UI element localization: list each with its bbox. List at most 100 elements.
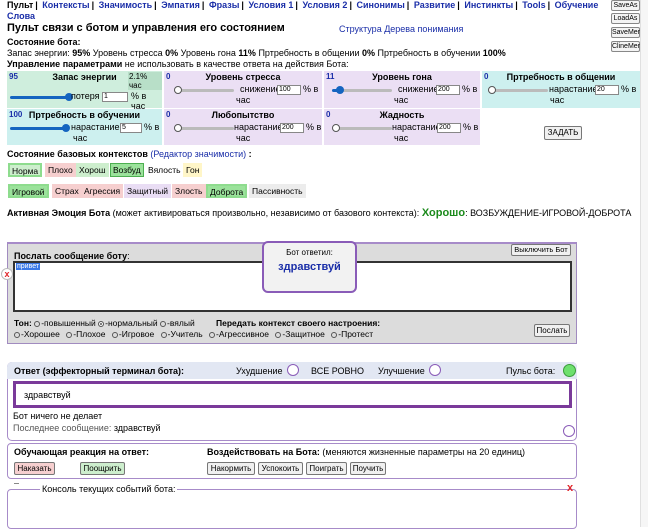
- nav-pult[interactable]: Пульт: [7, 0, 33, 10]
- nav-synonyms[interactable]: Синонимы: [356, 0, 404, 10]
- context-fear[interactable]: Страх: [52, 184, 82, 198]
- nav-tools[interactable]: Tools: [522, 0, 545, 10]
- state-summary: Запас энергии: 95% Уровень стресса 0% Ур…: [7, 48, 506, 58]
- context-good[interactable]: Хорош: [76, 163, 109, 177]
- gon-rate-input[interactable]: 200: [436, 85, 460, 95]
- param-greed: 0 Жадность нарастание 200 % в час: [324, 109, 480, 145]
- context-sluggish[interactable]: Вялость: [145, 163, 184, 177]
- cline-mem-button[interactable]: ClineMem: [611, 41, 644, 52]
- last-message: Последнее сообщение: здравствуй: [13, 423, 161, 433]
- learning-rate-input[interactable]: 5: [120, 123, 142, 133]
- training-label: Обучающая реакция на ответ:: [14, 447, 149, 457]
- context-bad[interactable]: Плохо: [45, 163, 76, 177]
- nav-conditions-2[interactable]: Условия 2: [302, 0, 347, 10]
- clear-message-icon[interactable]: x: [1, 268, 13, 280]
- console-label: Консоль текущих событий бота:: [40, 484, 178, 494]
- nav-phrases[interactable]: Фразы: [209, 0, 239, 10]
- tree-link[interactable]: Структура Дерева понимания: [339, 24, 463, 34]
- communication-rate-input[interactable]: 20: [595, 85, 619, 95]
- mood-bad-radio[interactable]: [66, 331, 73, 338]
- mood-row: -Хорошее -Плохое -Игровое -Учитель -Агре…: [14, 329, 373, 339]
- param-learning: 100 Пртребность в обучении нарастание 5 …: [7, 109, 162, 145]
- feed-button[interactable]: Накормить: [207, 462, 255, 475]
- context-aggression[interactable]: Агрессия: [81, 184, 124, 198]
- set-button[interactable]: ЗАДАТЬ: [544, 126, 582, 140]
- tone-row: Тон: -повышенный -нормальный -вялый: [14, 318, 195, 328]
- curiosity-rate-input[interactable]: 200: [280, 123, 304, 133]
- emotion-value: Хорошо: [421, 207, 466, 219]
- greed-rate-input[interactable]: 200: [437, 123, 461, 133]
- nav-instincts[interactable]: Инстинкты: [464, 0, 513, 10]
- nav-significance[interactable]: Значимость: [99, 0, 152, 10]
- console-panel: [7, 489, 577, 529]
- context-excited[interactable]: Возбуд: [110, 163, 144, 177]
- gon-slider[interactable]: [332, 86, 392, 94]
- console-legend-line: [14, 483, 19, 484]
- tone-raised-radio[interactable]: [34, 320, 41, 327]
- state-heading: Состояние бота:: [7, 37, 81, 47]
- mood-teacher-radio[interactable]: [160, 331, 167, 338]
- context-anger[interactable]: Злость: [172, 184, 206, 198]
- send-label: Послать сообщение боту:: [14, 251, 130, 261]
- params-heading: Управление параметрами не использовать в…: [7, 59, 349, 69]
- punish-button[interactable]: Наказать: [14, 462, 55, 475]
- tone-sluggish-radio[interactable]: [160, 320, 167, 327]
- stress-rate-input[interactable]: 100: [277, 85, 301, 95]
- mood-defensive-radio[interactable]: [275, 331, 282, 338]
- context-playful[interactable]: Игровой: [8, 184, 49, 198]
- mood-aggressive-radio[interactable]: [209, 331, 216, 338]
- nav-development[interactable]: Развитие: [414, 0, 455, 10]
- teach-button[interactable]: Поучить: [350, 462, 386, 475]
- affect-label: Воздействовать на Бота: (меняются жизнен…: [207, 447, 526, 457]
- significance-editor-link[interactable]: (Редактор значимости): [150, 149, 246, 159]
- context-rut[interactable]: Гон: [183, 163, 203, 177]
- stress-slider[interactable]: [174, 86, 234, 94]
- tone-normal-radio[interactable]: [98, 320, 105, 327]
- worse-label: Ухудшение: [236, 366, 283, 376]
- mood-label: Передать контекст своего настроения:: [216, 318, 381, 328]
- disable-bot-button[interactable]: Выключить Бот: [511, 244, 571, 256]
- page-title: Пульт связи с ботом и управления его сос…: [7, 22, 285, 34]
- nav-contexts[interactable]: Контексты: [42, 0, 89, 10]
- curiosity-slider[interactable]: [174, 124, 234, 132]
- nav-words[interactable]: Слова: [7, 11, 35, 21]
- answer-output: здравствуй: [13, 381, 572, 408]
- reward-button[interactable]: Поощрить: [80, 462, 125, 475]
- contexts-heading: Состояние базовых контекстов (Редактор з…: [7, 149, 252, 159]
- save-as-button[interactable]: SaveAs: [611, 0, 640, 11]
- nav-empathy[interactable]: Эмпатия: [161, 0, 200, 10]
- context-defensive[interactable]: Защитный: [124, 184, 172, 198]
- better-indicator: [429, 364, 441, 376]
- scrollbar[interactable]: [640, 0, 648, 527]
- mood-good-radio[interactable]: [14, 331, 20, 338]
- play-button[interactable]: Поиграть: [306, 462, 347, 475]
- greed-slider[interactable]: [332, 124, 392, 132]
- answer-label: Ответ (эффекторный терминал бота):: [14, 366, 185, 376]
- param-communication: 0 Пртребность в общении нарастание 20 % …: [482, 71, 640, 108]
- load-as-button[interactable]: LoadAs: [611, 13, 640, 24]
- context-passivity[interactable]: Пассивность: [249, 184, 306, 198]
- context-norma[interactable]: Норма: [8, 163, 43, 177]
- mood-playful-radio[interactable]: [111, 331, 118, 338]
- active-emotion: Активная Эмоция Бота (может активировать…: [7, 207, 632, 219]
- calm-button[interactable]: Успокоить: [258, 462, 303, 475]
- communication-slider[interactable]: [488, 86, 548, 94]
- nav-training[interactable]: Обучение: [555, 0, 599, 10]
- pulse-label: Пульс бота:: [506, 366, 556, 376]
- param-stress: 0 Уровень стресса снижение 100 % в час: [164, 71, 322, 108]
- energy-slider[interactable]: [10, 93, 73, 101]
- param-curiosity: 0 Любопытство нарастание 200 % в час: [164, 109, 322, 145]
- console-close-icon[interactable]: x: [567, 482, 573, 494]
- energy-rate-input[interactable]: 1: [102, 92, 128, 102]
- post-button[interactable]: Послать: [534, 324, 570, 337]
- learning-slider[interactable]: [10, 124, 70, 132]
- bot-status: Бот ничего не делает: [13, 411, 103, 421]
- mood-protest-radio[interactable]: [331, 331, 338, 338]
- save-mem-button[interactable]: SaveMem: [611, 27, 644, 38]
- context-kindness[interactable]: Доброта: [206, 184, 248, 198]
- nav-conditions-1[interactable]: Условия 1: [248, 0, 293, 10]
- worse-indicator: [287, 364, 299, 376]
- status-indicator: [563, 425, 575, 437]
- bot-reply-bubble: Бот ответил: здравствуй: [262, 241, 357, 293]
- bot-reply-text: здравствуй: [278, 261, 341, 273]
